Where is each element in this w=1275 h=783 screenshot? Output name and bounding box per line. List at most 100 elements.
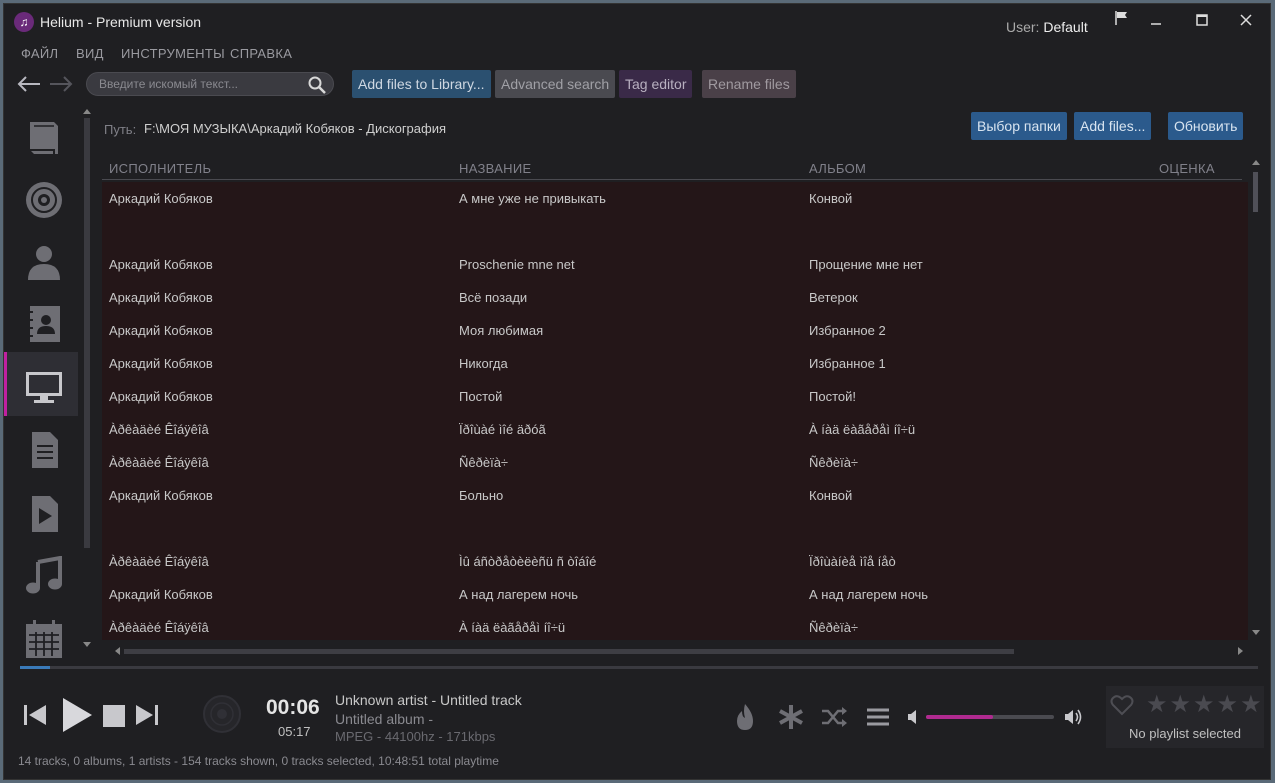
app-window: ♫ Helium - Premium version User: Default… — [3, 3, 1271, 780]
close-button[interactable] — [1234, 10, 1258, 34]
flag-icon[interactable] — [1110, 10, 1134, 34]
table-row[interactable]: Аркадий Кобяков А мне уже не привыкать Кон… — [102, 182, 1248, 215]
sidebar-item-artists[interactable] — [4, 228, 78, 292]
table-row[interactable]: Аркадий Кобяков Моя любимая Избранное 2 — [102, 314, 1248, 347]
tag-editor-button[interactable]: Tag editor — [619, 70, 693, 98]
forward-arrow-icon[interactable] — [48, 74, 74, 100]
cell-album: Ñêðèïà÷ — [809, 455, 859, 470]
cell-title: А над лагерем ночь — [459, 587, 579, 602]
user-label: User: — [1006, 19, 1040, 35]
cell-artist: Аркадий Кобяков — [109, 257, 213, 272]
search-box — [86, 72, 334, 96]
cell-album: Избранное 1 — [809, 356, 886, 371]
add-files-button[interactable]: Add files... — [1074, 112, 1152, 140]
sidebar-item-computer[interactable] — [4, 352, 78, 416]
cell-title: Ìû áñòðåòèëèñü ñ òîáîé — [459, 554, 597, 569]
maximize-button[interactable] — [1190, 10, 1214, 34]
window-title: Helium - Premium version — [40, 14, 202, 30]
cell-title: А мне уже не привыкать — [459, 191, 606, 206]
person-icon — [28, 246, 60, 280]
heart-icon[interactable] — [1110, 694, 1134, 719]
sidebar-item-library[interactable] — [4, 104, 78, 168]
cell-album: Ñêðèïà÷ — [809, 620, 859, 635]
advanced-search-button[interactable]: Advanced search — [495, 70, 616, 98]
table-row[interactable]: Àðêàäèé Êîáÿêîâ À íàä ëàãåðåì íî÷ü Ñêðèïà÷ — [102, 611, 1248, 640]
toolbar: Add files to Library... Advanced search … — [4, 68, 1270, 102]
star-rating[interactable]: ★★★★★ — [1146, 690, 1264, 719]
total-time: 05:17 — [278, 724, 311, 739]
address-book-icon — [28, 306, 60, 342]
table-row[interactable]: Àðêàäèé Êîáÿêîâ Ïðîùàé ìîé äðóã À íàä ëàãå… — [102, 413, 1248, 446]
search-input[interactable] — [99, 76, 299, 92]
next-icon[interactable] — [134, 702, 160, 731]
monitor-icon — [26, 372, 62, 403]
menu-bar: ФАЙЛ ВИД ИНСТРУМЕНТЫ СПРАВКА — [4, 42, 1270, 64]
sidebar — [4, 102, 80, 658]
column-header-album[interactable]: АЛЬБОМ — [809, 161, 866, 176]
menu-file[interactable]: ФАЙЛ — [21, 46, 58, 61]
minimize-button[interactable] — [1144, 10, 1168, 34]
table-row[interactable]: Аркадий Кобяков Никогда Избранное 1 — [102, 347, 1248, 380]
shuffle-icon[interactable] — [820, 706, 848, 731]
choose-folder-button[interactable]: Выбор папки — [971, 112, 1067, 140]
player-bar: 00:06 05:17 Unknown artist - Untitled tr… — [4, 680, 1270, 752]
menu-view[interactable]: ВИД — [76, 46, 104, 61]
current-time: 00:06 — [266, 696, 320, 719]
search-icon[interactable] — [307, 75, 327, 95]
disc-icon — [26, 182, 62, 218]
sidebar-item-contacts[interactable] — [4, 290, 78, 354]
cell-title: Никогда — [459, 356, 508, 371]
sidebar-item-calendar[interactable] — [4, 604, 78, 668]
rating-panel: ★★★★★ No playlist selected — [1106, 686, 1264, 748]
cell-album: А над лагерем ночь — [809, 587, 929, 602]
add-files-to-library-button[interactable]: Add files to Library... — [352, 70, 491, 98]
table-vertical-scrollbar[interactable] — [1250, 158, 1262, 638]
sidebar-item-videos[interactable] — [4, 480, 78, 544]
status-bar: 14 tracks, 0 albums, 1 artists - 154 tra… — [18, 754, 499, 768]
cell-artist: Аркадий Кобяков — [109, 290, 213, 305]
playlist-status: No playlist selected — [1129, 726, 1241, 741]
cell-title: Больно — [459, 488, 504, 503]
table-row[interactable]: Àðêàäèé Êîáÿêîâ Ìû áñòðåòèëèñü ñ òîáîé Ïðî… — [102, 545, 1248, 578]
column-header-artist[interactable]: ИСПОЛНИТЕЛЬ — [109, 161, 211, 176]
sidebar-item-albums[interactable] — [4, 166, 78, 230]
user-indicator[interactable]: User: Default — [1006, 19, 1088, 35]
sidebar-item-music[interactable] — [4, 542, 78, 606]
volume-high-icon[interactable] — [1064, 708, 1084, 729]
rename-files-button[interactable]: Rename files — [702, 70, 796, 98]
table-row[interactable] — [102, 215, 1248, 248]
sidebar-scrollbar[interactable] — [82, 104, 92, 652]
table-row[interactable]: Аркадий Кобяков Всё позади Ветерок — [102, 281, 1248, 314]
back-arrow-icon[interactable] — [16, 74, 42, 100]
stop-icon[interactable] — [103, 705, 125, 730]
volume-slider[interactable] — [926, 715, 1054, 719]
table-row[interactable] — [102, 512, 1248, 545]
menu-help[interactable]: СПРАВКА — [230, 46, 292, 61]
cell-title: Всё позади — [459, 290, 528, 305]
volume-low-icon[interactable] — [907, 710, 919, 727]
cell-album: Постой! — [809, 389, 856, 404]
table-row[interactable]: Аркадий Кобяков А над лагерем ночь А над л… — [102, 578, 1248, 611]
cell-album: Избранное 2 — [809, 323, 886, 338]
app-logo-icon: ♫ — [14, 12, 34, 32]
cell-artist: Аркадий Кобяков — [109, 191, 213, 206]
flame-icon[interactable] — [733, 703, 757, 734]
table-row[interactable]: Аркадий Кобяков Больно Конвой — [102, 479, 1248, 512]
sidebar-item-documents[interactable] — [4, 416, 78, 480]
menu-tools[interactable]: ИНСТРУМЕНТЫ — [121, 46, 225, 61]
table-horizontal-scrollbar[interactable] — [114, 644, 1244, 655]
table-row[interactable]: Аркадий Кобяков Proschenie mne net Прощени… — [102, 248, 1248, 281]
cell-title: Ïðîùàé ìîé äðóã — [459, 422, 546, 437]
playback-progress[interactable] — [20, 666, 1258, 669]
track-table: Аркадий Кобяков А мне уже не привыкать Кон… — [102, 182, 1248, 640]
playlist-menu-icon[interactable] — [866, 707, 890, 730]
refresh-button[interactable]: Обновить — [1168, 112, 1244, 140]
asterisk-icon[interactable] — [778, 704, 804, 733]
table-row[interactable]: Аркадий Кобяков Постой Постой! — [102, 380, 1248, 413]
table-row[interactable]: Àðêàäèé Êîáÿêîâ Ñêðèïà÷ Ñêðèïà÷ — [102, 446, 1248, 479]
file-browser: Путь: F:\МОЯ МУЗЫКА\Аркадий Кобяков - Ди… — [98, 102, 1270, 655]
column-header-rating[interactable]: ОЦЕНКА — [1159, 161, 1215, 176]
column-header-title[interactable]: НАЗВАНИЕ — [459, 161, 531, 176]
play-icon[interactable] — [60, 696, 94, 737]
previous-icon[interactable] — [22, 702, 48, 731]
